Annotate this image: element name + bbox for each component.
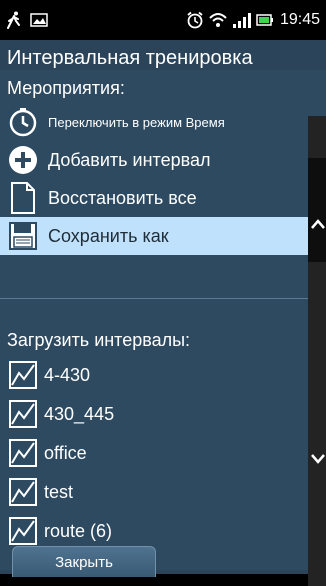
restore-all-item[interactable]: Восстановить все: [0, 179, 308, 217]
save-as-item[interactable]: Сохранить как: [0, 217, 308, 255]
plus-circle-icon: [6, 143, 40, 177]
chart-icon: [9, 361, 37, 389]
image-icon: [30, 12, 48, 28]
document-icon: [6, 181, 40, 215]
scroll-up-icon[interactable]: [310, 218, 326, 230]
chart-icon: [9, 517, 37, 545]
signal-icon: [232, 12, 252, 28]
page-title: Интервальная тренировка: [7, 47, 253, 69]
interval-name: office: [44, 442, 87, 463]
load-intervals-label: Загрузить интервалы:: [7, 330, 191, 350]
add-interval-label: Добавить интервал: [48, 149, 211, 170]
interval-item[interactable]: 4-430: [0, 356, 308, 394]
close-button[interactable]: Закрыть: [12, 546, 156, 577]
menu-panel: Мероприятия: Переключить в режим Время Д…: [0, 70, 326, 586]
chart-icon: [9, 400, 37, 428]
switch-to-time-mode-label: Переключить в режим Время: [48, 114, 225, 130]
interval-item[interactable]: 430_445: [0, 395, 308, 433]
interval-training-dialog: Интервальная тренировка Мероприятия: Пер…: [0, 40, 326, 586]
scrollbar-thumb[interactable]: [308, 158, 326, 262]
add-interval-item[interactable]: Добавить интервал: [0, 141, 308, 179]
interval-item[interactable]: test: [0, 473, 308, 511]
interval-item[interactable]: route (6): [0, 512, 308, 550]
status-bar: 19:45: [0, 0, 326, 40]
save-as-label: Сохранить как: [48, 225, 169, 246]
interval-item[interactable]: office: [0, 434, 308, 472]
clock: 19:45: [279, 11, 320, 28]
divider: [0, 298, 308, 299]
alarm-icon: [186, 11, 204, 29]
wifi-icon: [208, 11, 228, 29]
walking-person-icon: [6, 11, 22, 29]
chart-icon: [9, 439, 37, 467]
chart-icon: [9, 478, 37, 506]
scroll-down-icon[interactable]: [310, 453, 326, 465]
floppy-disk-icon: [6, 219, 40, 253]
stopwatch-icon: [6, 105, 40, 139]
switch-to-time-mode-item[interactable]: Переключить в режим Время: [0, 103, 308, 141]
restore-all-label: Восстановить все: [48, 187, 197, 208]
interval-name: 430_445: [44, 403, 115, 424]
interval-name: 4-430: [44, 364, 91, 385]
battery-icon: [256, 12, 274, 28]
interval-name: test: [44, 481, 74, 502]
interval-name: route (6): [44, 520, 113, 541]
events-label: Мероприятия:: [7, 78, 125, 98]
